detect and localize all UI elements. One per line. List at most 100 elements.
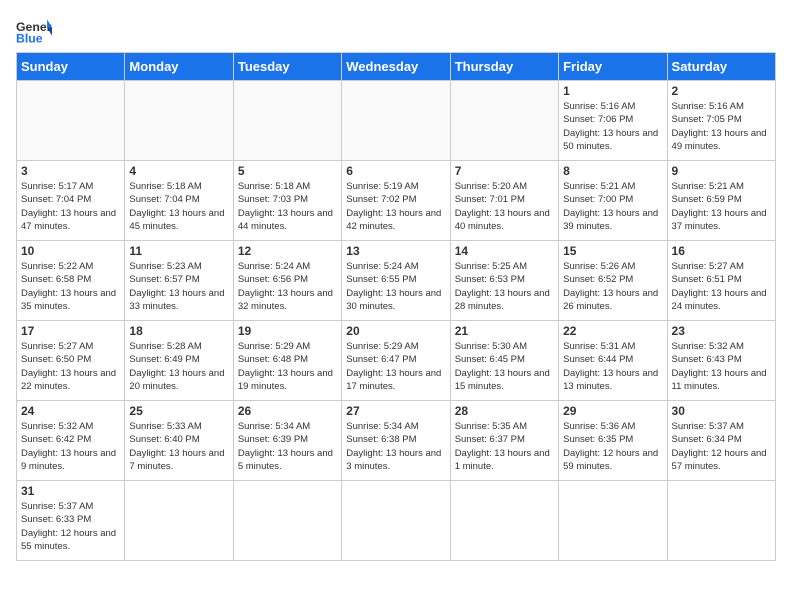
day-number: 12 bbox=[238, 244, 337, 258]
calendar-cell: 17 Sunrise: 5:27 AM Sunset: 6:50 PM Dayli… bbox=[17, 321, 125, 401]
calendar-cell: 21Sunrise: 5:30 AM Sunset: 6:45 PM Dayli… bbox=[450, 321, 558, 401]
day-info: Sunrise: 5:34 AM Sunset: 6:39 PM Dayligh… bbox=[238, 420, 337, 473]
calendar-row: 3 Sunrise: 5:17 AM Sunset: 7:04 PM Daylig… bbox=[17, 161, 776, 241]
calendar-cell: 18 Sunrise: 5:28 AM Sunset: 6:49 PM Dayli… bbox=[125, 321, 233, 401]
day-number: 23 bbox=[672, 324, 771, 338]
day-info: Sunrise: 5:16 AM Sunset: 7:06 PM Dayligh… bbox=[563, 100, 662, 153]
calendar-row: 24Sunrise: 5:32 AM Sunset: 6:42 PM Dayli… bbox=[17, 401, 776, 481]
day-info: Sunrise: 5:21 AM Sunset: 7:00 PM Dayligh… bbox=[563, 180, 662, 233]
calendar-cell: 28 Sunrise: 5:35 AM Sunset: 6:37 PM Dayli… bbox=[450, 401, 558, 481]
svg-text:Blue: Blue bbox=[16, 31, 43, 44]
calendar-cell: 6Sunrise: 5:19 AM Sunset: 7:02 PM Daylig… bbox=[342, 161, 450, 241]
day-info: Sunrise: 5:35 AM Sunset: 6:37 PM Dayligh… bbox=[455, 420, 554, 473]
calendar-cell: 27Sunrise: 5:34 AM Sunset: 6:38 PM Dayli… bbox=[342, 401, 450, 481]
calendar-cell: 26 Sunrise: 5:34 AM Sunset: 6:39 PM Dayli… bbox=[233, 401, 341, 481]
day-number: 20 bbox=[346, 324, 445, 338]
day-info: Sunrise: 5:33 AM Sunset: 6:40 PM Dayligh… bbox=[129, 420, 228, 473]
day-number: 3 bbox=[21, 164, 120, 178]
page-header: General Blue bbox=[16, 16, 776, 44]
day-number: 11 bbox=[129, 244, 228, 258]
calendar-cell bbox=[667, 481, 775, 561]
calendar-cell: 31Sunrise: 5:37 AM Sunset: 6:33 PM Dayli… bbox=[17, 481, 125, 561]
day-number: 6 bbox=[346, 164, 445, 178]
day-info: Sunrise: 5:18 AM Sunset: 7:03 PM Dayligh… bbox=[238, 180, 337, 233]
calendar-cell bbox=[342, 481, 450, 561]
calendar-cell bbox=[233, 481, 341, 561]
calendar-table: SundayMondayTuesdayWednesdayThursdayFrid… bbox=[16, 52, 776, 561]
day-number: 16 bbox=[672, 244, 771, 258]
day-number: 4 bbox=[129, 164, 228, 178]
day-number: 26 bbox=[238, 404, 337, 418]
day-number: 25 bbox=[129, 404, 228, 418]
day-number: 17 bbox=[21, 324, 120, 338]
calendar-cell: 20 Sunrise: 5:29 AM Sunset: 6:47 PM Dayli… bbox=[342, 321, 450, 401]
calendar-cell bbox=[233, 81, 341, 161]
calendar-cell: 24Sunrise: 5:32 AM Sunset: 6:42 PM Dayli… bbox=[17, 401, 125, 481]
calendar-cell: 23 Sunrise: 5:32 AM Sunset: 6:43 PM Dayli… bbox=[667, 321, 775, 401]
day-info: Sunrise: 5:24 AM Sunset: 6:56 PM Dayligh… bbox=[238, 260, 337, 313]
weekday-header-row: SundayMondayTuesdayWednesdayThursdayFrid… bbox=[17, 53, 776, 81]
calendar-cell bbox=[450, 81, 558, 161]
calendar-cell: 4 Sunrise: 5:18 AM Sunset: 7:04 PM Daylig… bbox=[125, 161, 233, 241]
day-info: Sunrise: 5:17 AM Sunset: 7:04 PM Dayligh… bbox=[21, 180, 120, 233]
calendar-cell: 8 Sunrise: 5:21 AM Sunset: 7:00 PM Daylig… bbox=[559, 161, 667, 241]
day-info: Sunrise: 5:28 AM Sunset: 6:49 PM Dayligh… bbox=[129, 340, 228, 393]
day-info: Sunrise: 5:27 AM Sunset: 6:51 PM Dayligh… bbox=[672, 260, 771, 313]
calendar-cell bbox=[342, 81, 450, 161]
day-info: Sunrise: 5:32 AM Sunset: 6:43 PM Dayligh… bbox=[672, 340, 771, 393]
logo-icon: General Blue bbox=[16, 16, 52, 44]
day-info: Sunrise: 5:37 AM Sunset: 6:34 PM Dayligh… bbox=[672, 420, 771, 473]
day-number: 10 bbox=[21, 244, 120, 258]
day-info: Sunrise: 5:27 AM Sunset: 6:50 PM Dayligh… bbox=[21, 340, 120, 393]
day-info: Sunrise: 5:29 AM Sunset: 6:47 PM Dayligh… bbox=[346, 340, 445, 393]
weekday-header-tuesday: Tuesday bbox=[233, 53, 341, 81]
calendar-cell bbox=[17, 81, 125, 161]
calendar-cell: 2Sunrise: 5:16 AM Sunset: 7:05 PM Daylig… bbox=[667, 81, 775, 161]
calendar-row: 17 Sunrise: 5:27 AM Sunset: 6:50 PM Dayli… bbox=[17, 321, 776, 401]
weekday-header-monday: Monday bbox=[125, 53, 233, 81]
day-number: 29 bbox=[563, 404, 662, 418]
calendar-row: 1 Sunrise: 5:16 AM Sunset: 7:06 PM Daylig… bbox=[17, 81, 776, 161]
calendar-cell: 29Sunrise: 5:36 AM Sunset: 6:35 PM Dayli… bbox=[559, 401, 667, 481]
day-number: 9 bbox=[672, 164, 771, 178]
calendar-cell: 19Sunrise: 5:29 AM Sunset: 6:48 PM Dayli… bbox=[233, 321, 341, 401]
calendar-cell: 13Sunrise: 5:24 AM Sunset: 6:55 PM Dayli… bbox=[342, 241, 450, 321]
day-number: 5 bbox=[238, 164, 337, 178]
day-number: 1 bbox=[563, 84, 662, 98]
calendar-cell: 22 Sunrise: 5:31 AM Sunset: 6:44 PM Dayli… bbox=[559, 321, 667, 401]
calendar-cell: 1 Sunrise: 5:16 AM Sunset: 7:06 PM Daylig… bbox=[559, 81, 667, 161]
day-info: Sunrise: 5:24 AM Sunset: 6:55 PM Dayligh… bbox=[346, 260, 445, 313]
day-info: Sunrise: 5:31 AM Sunset: 6:44 PM Dayligh… bbox=[563, 340, 662, 393]
calendar-cell: 10 Sunrise: 5:22 AM Sunset: 6:58 PM Dayli… bbox=[17, 241, 125, 321]
calendar-cell: 15Sunrise: 5:26 AM Sunset: 6:52 PM Dayli… bbox=[559, 241, 667, 321]
calendar-cell: 25 Sunrise: 5:33 AM Sunset: 6:40 PM Dayli… bbox=[125, 401, 233, 481]
calendar-cell bbox=[450, 481, 558, 561]
calendar-cell: 30Sunrise: 5:37 AM Sunset: 6:34 PM Dayli… bbox=[667, 401, 775, 481]
day-info: Sunrise: 5:18 AM Sunset: 7:04 PM Dayligh… bbox=[129, 180, 228, 233]
calendar-cell bbox=[125, 81, 233, 161]
weekday-header-friday: Friday bbox=[559, 53, 667, 81]
calendar-cell: 7Sunrise: 5:20 AM Sunset: 7:01 PM Daylig… bbox=[450, 161, 558, 241]
weekday-header-wednesday: Wednesday bbox=[342, 53, 450, 81]
day-info: Sunrise: 5:25 AM Sunset: 6:53 PM Dayligh… bbox=[455, 260, 554, 313]
day-number: 2 bbox=[672, 84, 771, 98]
day-number: 22 bbox=[563, 324, 662, 338]
day-number: 18 bbox=[129, 324, 228, 338]
calendar-cell: 3 Sunrise: 5:17 AM Sunset: 7:04 PM Daylig… bbox=[17, 161, 125, 241]
calendar-cell: 11Sunrise: 5:23 AM Sunset: 6:57 PM Dayli… bbox=[125, 241, 233, 321]
day-number: 28 bbox=[455, 404, 554, 418]
calendar-cell: 12 Sunrise: 5:24 AM Sunset: 6:56 PM Dayli… bbox=[233, 241, 341, 321]
day-info: Sunrise: 5:22 AM Sunset: 6:58 PM Dayligh… bbox=[21, 260, 120, 313]
calendar-row: 31Sunrise: 5:37 AM Sunset: 6:33 PM Dayli… bbox=[17, 481, 776, 561]
calendar-cell: 14Sunrise: 5:25 AM Sunset: 6:53 PM Dayli… bbox=[450, 241, 558, 321]
day-number: 8 bbox=[563, 164, 662, 178]
day-info: Sunrise: 5:20 AM Sunset: 7:01 PM Dayligh… bbox=[455, 180, 554, 233]
day-info: Sunrise: 5:26 AM Sunset: 6:52 PM Dayligh… bbox=[563, 260, 662, 313]
day-info: Sunrise: 5:29 AM Sunset: 6:48 PM Dayligh… bbox=[238, 340, 337, 393]
weekday-header-thursday: Thursday bbox=[450, 53, 558, 81]
calendar-cell bbox=[559, 481, 667, 561]
calendar-cell bbox=[125, 481, 233, 561]
day-number: 24 bbox=[21, 404, 120, 418]
day-number: 27 bbox=[346, 404, 445, 418]
calendar-row: 10 Sunrise: 5:22 AM Sunset: 6:58 PM Dayli… bbox=[17, 241, 776, 321]
